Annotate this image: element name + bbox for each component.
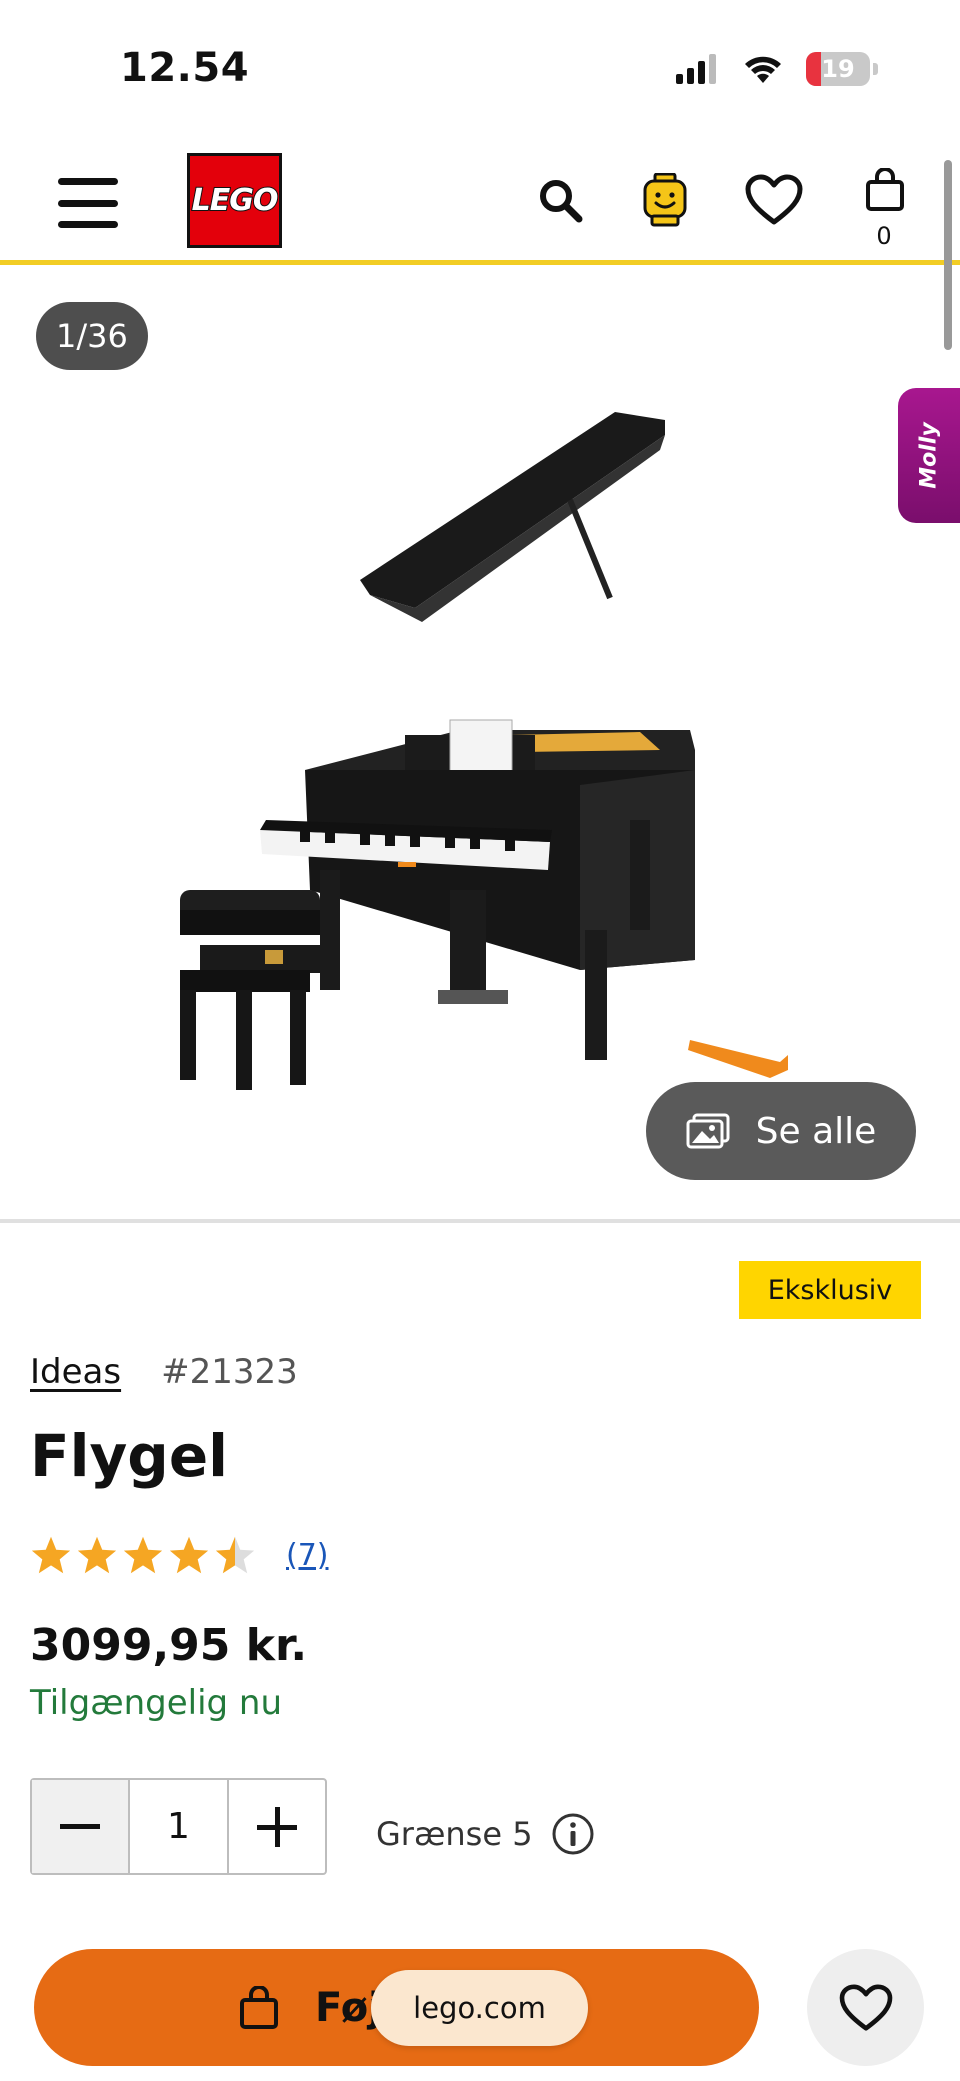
bag-icon xyxy=(240,1985,278,2029)
add-to-wishlist-button[interactable] xyxy=(807,1949,924,2066)
product-title: Flygel xyxy=(30,1422,229,1490)
battery-icon: 19 xyxy=(806,52,870,86)
product-image xyxy=(180,412,788,1090)
half-star-icon xyxy=(215,1536,255,1574)
purchase-limit: Grænse 5 xyxy=(376,1812,595,1856)
menu-icon xyxy=(58,178,118,185)
exclusive-badge: Eksklusiv xyxy=(739,1261,921,1319)
status-icons: 19 xyxy=(676,52,878,86)
quantity-value[interactable]: 1 xyxy=(130,1780,226,1873)
info-icon[interactable] xyxy=(551,1812,595,1856)
gallery-icon xyxy=(686,1113,730,1149)
limit-label: Grænse 5 xyxy=(376,1815,533,1853)
decrease-quantity-button[interactable] xyxy=(32,1780,131,1873)
bag-button[interactable] xyxy=(855,160,915,220)
account-icon xyxy=(643,173,687,227)
theme-link[interactable]: Ideas xyxy=(30,1352,121,1392)
rating[interactable]: (7) xyxy=(30,1535,329,1575)
status-bar: 12.54 19 xyxy=(0,0,960,140)
item-number: #21323 xyxy=(161,1352,298,1392)
heart-icon xyxy=(839,1983,892,2031)
bag-icon xyxy=(866,168,904,211)
search-button[interactable] xyxy=(530,170,590,230)
wishlist-button[interactable] xyxy=(744,170,804,230)
plus-icon xyxy=(256,1806,297,1847)
chat-widget-tab[interactable]: Molly xyxy=(898,388,960,523)
search-icon xyxy=(540,180,583,223)
account-button[interactable] xyxy=(635,170,695,230)
wifi-icon xyxy=(745,56,781,83)
image-counter: 1/36 xyxy=(36,302,148,370)
minus-icon xyxy=(60,1823,101,1829)
cart-count: 0 xyxy=(876,222,892,250)
browser-url-pill[interactable]: lego.com xyxy=(371,1970,588,2046)
heart-icon xyxy=(745,174,803,225)
review-count-link[interactable]: (7) xyxy=(286,1538,329,1573)
battery-level: 19 xyxy=(821,55,855,83)
availability-status: Tilgængelig nu xyxy=(30,1683,283,1723)
increase-quantity-button[interactable] xyxy=(226,1780,325,1873)
star-icon xyxy=(169,1536,209,1574)
signal-icon xyxy=(676,54,716,84)
lego-logo[interactable]: LEGO xyxy=(187,153,282,248)
product-meta: Ideas #21323 xyxy=(30,1352,298,1392)
star-icon xyxy=(31,1536,71,1574)
product-gallery[interactable]: 1/36 Molly Se alle xyxy=(0,270,960,1223)
chat-widget-label: Molly xyxy=(916,422,942,489)
menu-button[interactable] xyxy=(58,178,118,228)
star-icon xyxy=(77,1536,117,1574)
site-header: LEGO 0 xyxy=(0,140,960,265)
quantity-stepper[interactable]: 1 xyxy=(30,1778,327,1875)
see-all-button[interactable]: Se alle xyxy=(646,1082,916,1180)
logo-text: LEGO xyxy=(191,182,280,219)
star-icon xyxy=(123,1536,163,1574)
see-all-label: Se alle xyxy=(755,1110,877,1152)
product-price: 3099,95 kr. xyxy=(30,1620,308,1671)
status-time: 12.54 xyxy=(120,45,250,91)
